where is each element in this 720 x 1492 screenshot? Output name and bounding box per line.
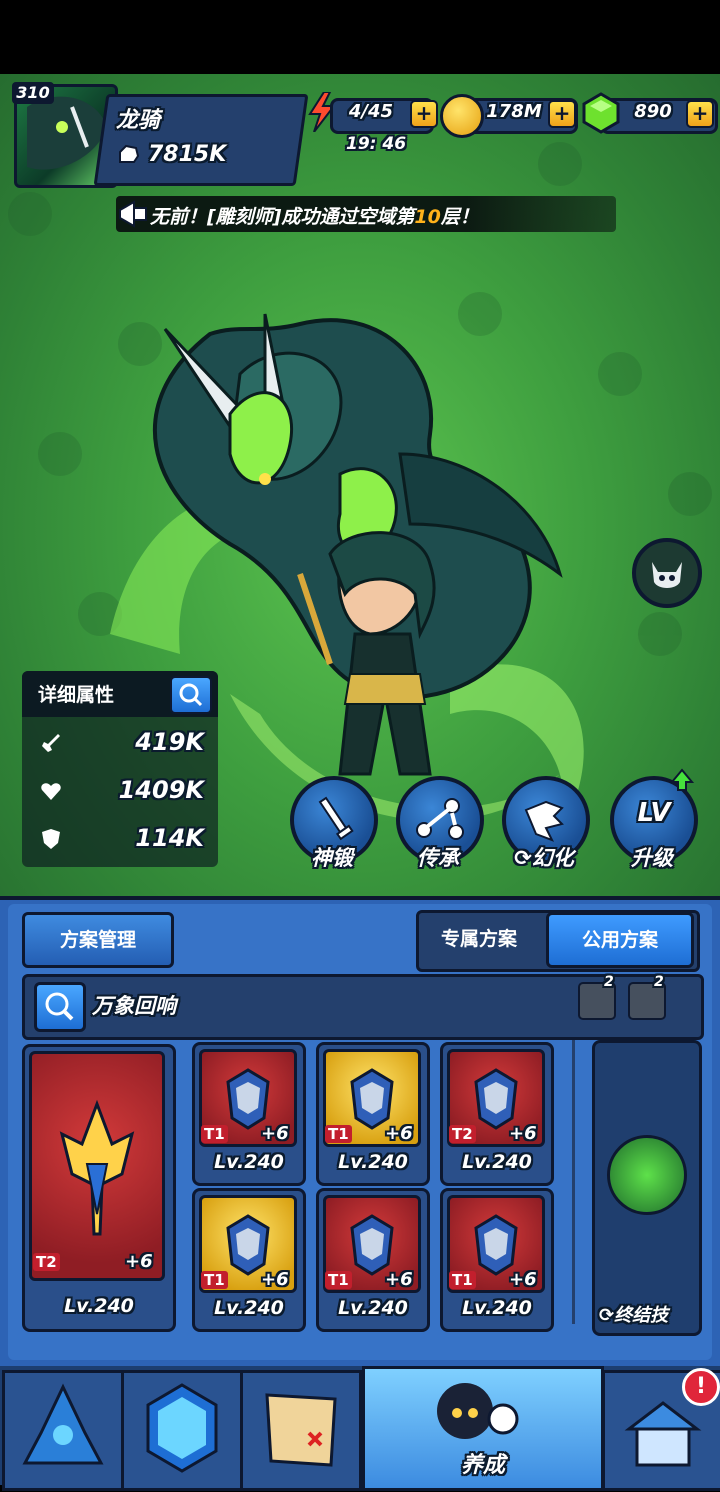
equipment-slot[interactable]: T1 +6 Lv.240 (440, 1188, 554, 1332)
plan-manage-button[interactable]: 方案管理 (22, 912, 174, 968)
equipment-level: Lv.240 (462, 1151, 532, 1173)
tab-exclusive-plan[interactable]: 专属方案 (420, 914, 538, 964)
attack-value: 419K (135, 728, 204, 756)
treasure-map-icon (265, 1393, 337, 1467)
equipment-tier: T1 (201, 1125, 228, 1143)
equipment-slot[interactable]: T1 +6 Lv.240 (316, 1042, 430, 1186)
equipment-level: Lv.240 (462, 1297, 532, 1319)
gold-add-button[interactable]: + (548, 100, 576, 128)
set-search-button[interactable] (34, 982, 86, 1032)
forge-label: 神锻 (311, 846, 353, 870)
green-gem-icon (580, 92, 622, 134)
defense-shield-icon (40, 828, 62, 850)
equipment-plus: +6 (261, 1269, 289, 1290)
defense-value: 114K (135, 824, 204, 852)
search-icon (45, 992, 74, 1021)
detail-stats-title: 详细属性 (38, 684, 115, 706)
main-weapon-card[interactable]: T2 +6 Lv.240 (22, 1044, 176, 1332)
announcement-prefix: 无前！[雕刻师]成功通过空域第 (150, 206, 415, 228)
upgrade-arrow-icon (669, 768, 695, 792)
main-weapon-tier: T2 (33, 1253, 60, 1271)
shop-alert-badge: ! (682, 1368, 720, 1406)
refresh-icon: ⟳ (514, 846, 532, 870)
nav-map[interactable] (240, 1370, 362, 1491)
gold-value: 178M (486, 101, 542, 122)
equipment-level: Lv.240 (338, 1151, 408, 1173)
gem-value: 890 (634, 101, 672, 122)
equipment-tier: T2 (449, 1125, 476, 1143)
main-weapon-level: Lv.240 (64, 1295, 134, 1317)
nav-hero[interactable] (2, 1370, 124, 1491)
upgrade-lv-text: LV (637, 798, 671, 828)
nav-rune[interactable] (121, 1370, 243, 1491)
energy-timer: 19: 46 (346, 134, 407, 154)
megaphone-icon (116, 196, 152, 232)
detail-search-button[interactable] (170, 676, 212, 714)
equipment-level: Lv.240 (214, 1297, 284, 1319)
upgrade-label: 升级 (631, 846, 673, 870)
ultimate-dragon-icon (607, 1135, 687, 1215)
refresh-icon: ⟳ (599, 1305, 615, 1326)
equipment-level: Lv.240 (338, 1297, 408, 1319)
equipment-level: Lv.240 (214, 1151, 284, 1173)
divider (572, 1040, 575, 1324)
set-bonus-2-count: 2 (654, 974, 664, 990)
gold-coin-icon (440, 94, 484, 138)
set-name: 万象回响 (92, 994, 176, 1018)
announcement-suffix: 层！ (440, 206, 479, 228)
attack-sword-icon (40, 732, 62, 754)
crystal-tower-icon (22, 1383, 104, 1465)
announcement-text: 无前！[雕刻师]成功通过空域第10层！ (150, 202, 479, 229)
ultimate-skill-card[interactable]: ⟳终结技 (592, 1040, 702, 1336)
equipment-plus: +6 (385, 1123, 413, 1144)
equipment-tier: T1 (325, 1125, 352, 1143)
equipment-plus: +6 (509, 1269, 537, 1290)
equipment-slot[interactable]: T1 +6 Lv.240 (192, 1042, 306, 1186)
inherit-label: 传承 (417, 846, 459, 870)
weapon-trident-icon (59, 1099, 135, 1236)
main-weapon-plus: +6 (125, 1251, 153, 1272)
health-value: 1409K (118, 776, 204, 804)
power-fist-icon (116, 142, 142, 166)
main-weapon-frame (29, 1051, 165, 1281)
equipment-slot[interactable]: T2 +6 Lv.240 (440, 1042, 554, 1186)
equipment-plus: +6 (261, 1123, 289, 1144)
player-power-value: 7815K (148, 142, 227, 167)
equipment-slot[interactable]: T1 +6 Lv.240 (316, 1188, 430, 1332)
player-name: 龙骑 (116, 108, 161, 133)
tab-public-plan[interactable]: 公用方案 (546, 912, 694, 968)
gem-add-button[interactable]: + (686, 100, 714, 128)
announcement-highlight: 10 (414, 206, 441, 228)
illusion-label: ⟳幻化 (514, 846, 574, 870)
equipment-tier: T1 (325, 1271, 352, 1289)
equipment-tier: T1 (201, 1271, 228, 1289)
equipment-plus: +6 (509, 1123, 537, 1144)
nav-train-active[interactable]: 养成 (362, 1366, 604, 1491)
equipment-plus: +6 (385, 1269, 413, 1290)
rune-hexagon-icon (146, 1383, 218, 1473)
nav-train-label: 养成 (460, 1453, 505, 1478)
equipment-tier: T1 (449, 1271, 476, 1289)
player-level-badge: 310 (12, 82, 54, 104)
skin-switch-button[interactable] (632, 538, 702, 608)
set-bonus-1-count: 2 (604, 974, 614, 990)
equipment-slot[interactable]: T1 +6 Lv.240 (192, 1188, 306, 1332)
ultimate-label: ⟳终结技 (599, 1305, 669, 1326)
energy-value: 4/45 (348, 101, 394, 122)
health-heart-icon (40, 780, 62, 802)
energy-add-button[interactable]: + (410, 100, 438, 128)
